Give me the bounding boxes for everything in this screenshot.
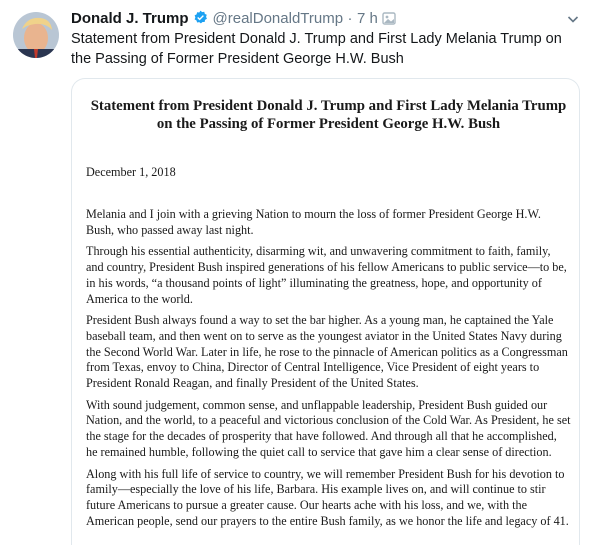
statement-paragraph: Melania and I join with a grieving Natio… bbox=[86, 207, 541, 237]
tweet-text: Statement from President Donald J. Trump… bbox=[71, 31, 562, 67]
statement-title: Statement from President Donald J. Trump… bbox=[90, 98, 567, 132]
statement-date: December 1, 2018 bbox=[86, 165, 176, 179]
photo-icon bbox=[382, 12, 396, 30]
chevron-down-icon[interactable] bbox=[567, 12, 579, 30]
statement-paragraph: With sound judgement, common sense, and … bbox=[86, 397, 571, 459]
statement-paragraph: Along with his full life of service to c… bbox=[86, 466, 569, 528]
separator-dot: · bbox=[347, 10, 353, 27]
tweet-timestamp[interactable]: 7 h bbox=[357, 10, 378, 27]
tweet-header: Donald J. Trump @realDonaldTrump · 7 h bbox=[71, 10, 396, 30]
author-handle[interactable]: @realDonaldTrump bbox=[213, 10, 344, 27]
statement-paragraph: Through his essential authenticity, disa… bbox=[86, 244, 567, 306]
statement-image-card[interactable]: Statement from President Donald J. Trump… bbox=[71, 78, 580, 545]
statement-paragraph: President Bush always found a way to set… bbox=[86, 313, 568, 391]
statement-document: Statement from President Donald J. Trump… bbox=[86, 97, 571, 529]
author-name[interactable]: Donald J. Trump bbox=[71, 10, 189, 27]
tweet: Donald J. Trump @realDonaldTrump · 7 h St… bbox=[0, 0, 595, 545]
verified-badge-icon bbox=[193, 10, 208, 30]
avatar[interactable] bbox=[13, 12, 59, 58]
